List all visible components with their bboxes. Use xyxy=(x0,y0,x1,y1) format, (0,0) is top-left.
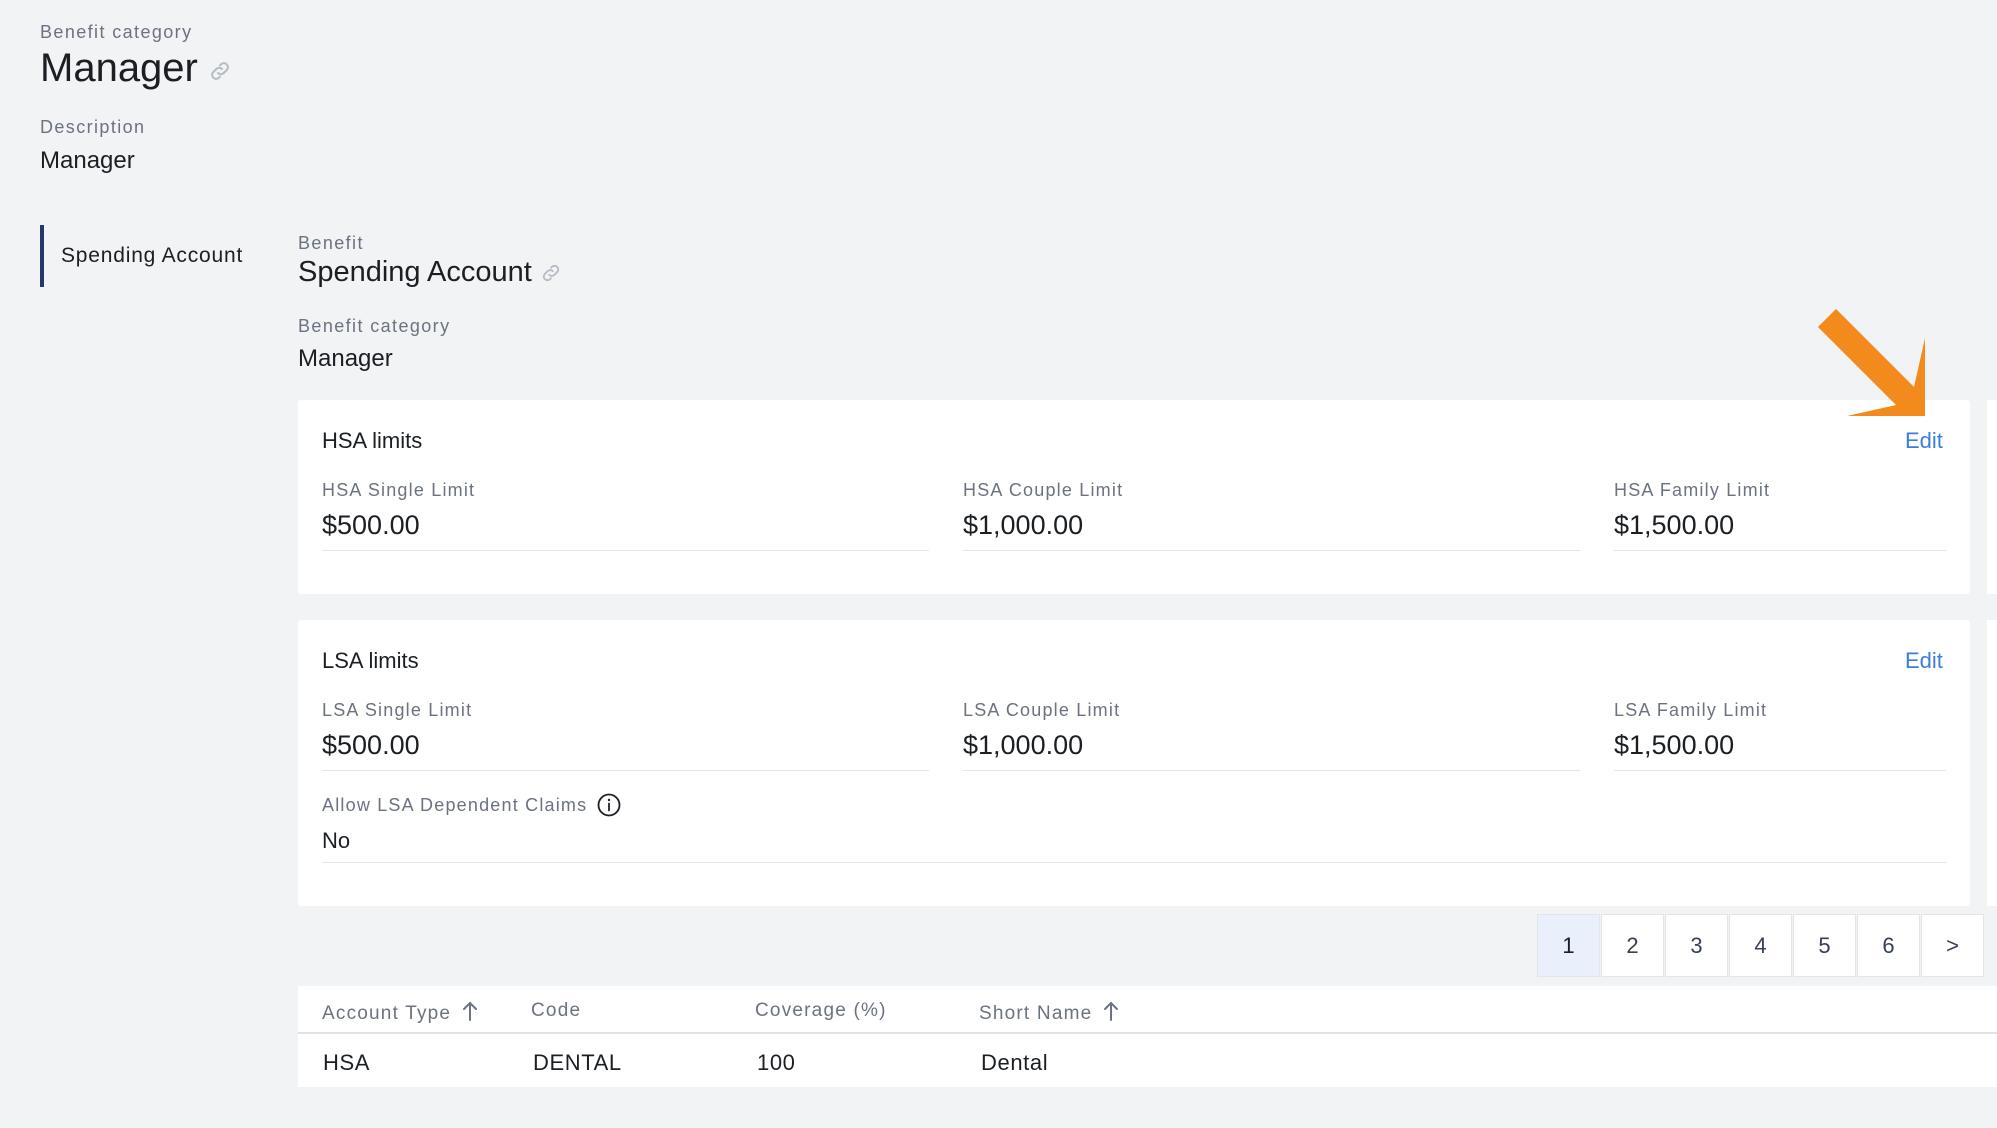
divider xyxy=(322,770,929,771)
page-button-1[interactable]: 1 xyxy=(1537,914,1600,977)
column-header-account-type[interactable]: Account Type xyxy=(322,1000,479,1028)
divider xyxy=(322,862,1946,863)
divider xyxy=(963,770,1580,771)
page-button-3[interactable]: 3 xyxy=(1665,914,1728,977)
lsa-couple-limit-label: LSA Couple Limit xyxy=(963,700,1121,720)
adjacent-card-edge xyxy=(1987,400,1997,594)
column-header-label: Short Name xyxy=(979,1003,1093,1024)
lsa-single-limit-value: $500.00 xyxy=(322,730,420,760)
info-icon[interactable] xyxy=(597,793,621,817)
divider xyxy=(1614,770,1946,771)
column-header-code[interactable]: Code xyxy=(531,1000,581,1022)
page-button-6[interactable]: 6 xyxy=(1857,914,1920,977)
lsa-dependent-claims-value: No xyxy=(322,828,351,853)
hsa-edit-link[interactable]: Edit xyxy=(1905,428,1943,454)
hsa-family-limit-label: HSA Family Limit xyxy=(1614,480,1771,500)
page-button-5[interactable]: 5 xyxy=(1793,914,1856,977)
arrow-up-icon xyxy=(461,1000,479,1028)
arrow-up-icon xyxy=(1102,1000,1120,1028)
lsa-single-limit-label: LSA Single Limit xyxy=(322,700,473,720)
lsa-edit-link[interactable]: Edit xyxy=(1905,648,1943,674)
table-cell-coverage: 100 xyxy=(757,1050,796,1075)
benefit-title: Spending Account xyxy=(298,256,532,288)
benefit-category-sub-value: Manager xyxy=(298,345,393,372)
description-label: Description xyxy=(40,117,146,137)
table-cell-account-type: HSA xyxy=(323,1050,371,1075)
sidebar-item-spending-account[interactable]: Spending Account xyxy=(61,244,243,268)
page-title: Manager xyxy=(40,46,198,90)
lsa-family-limit-value: $1,500.00 xyxy=(1614,730,1735,760)
lsa-dependent-claims-label-row: Allow LSA Dependent Claims xyxy=(322,793,621,817)
benefit-title-row: Spending Account xyxy=(298,256,562,289)
divider xyxy=(963,550,1580,551)
annotation-arrow xyxy=(1800,300,1940,430)
lsa-limits-card: LSA limits Edit LSA Single Limit $500.00… xyxy=(298,620,1970,906)
column-header-label: Code xyxy=(531,1000,582,1021)
hsa-couple-limit-value: $1,000.00 xyxy=(963,510,1084,540)
link-icon[interactable] xyxy=(208,59,232,88)
benefit-category-label: Benefit category xyxy=(40,22,193,42)
hsa-single-limit-label: HSA Single Limit xyxy=(322,480,476,500)
description-value: Manager xyxy=(40,147,135,174)
pagination: 1 2 3 4 5 6 > xyxy=(1537,914,1985,977)
table-header-divider xyxy=(298,1032,1997,1034)
page-button-4[interactable]: 4 xyxy=(1729,914,1792,977)
benefit-category-sub-label: Benefit category xyxy=(298,316,451,336)
hsa-family-limit-value: $1,500.00 xyxy=(1614,510,1735,540)
adjacent-card-edge xyxy=(1987,620,1997,906)
divider xyxy=(1614,550,1946,551)
hsa-card-title: HSA limits xyxy=(322,428,423,453)
divider xyxy=(322,550,929,551)
hsa-couple-limit-label: HSA Couple Limit xyxy=(963,480,1124,500)
lsa-card-title: LSA limits xyxy=(322,648,419,673)
column-header-label: Account Type xyxy=(322,1003,452,1024)
accounts-table: Account Type Code Coverage (%) Short Nam… xyxy=(298,986,1997,1087)
page-button-2[interactable]: 2 xyxy=(1601,914,1664,977)
lsa-dependent-claims-label: Allow LSA Dependent Claims xyxy=(322,794,588,815)
sidebar-active-indicator xyxy=(40,225,44,287)
table-cell-code: DENTAL xyxy=(533,1050,622,1075)
hsa-limits-card: HSA limits Edit HSA Single Limit $500.00… xyxy=(298,400,1970,594)
column-header-label: Coverage (%) xyxy=(755,1000,887,1021)
next-page-button[interactable]: > xyxy=(1921,914,1984,977)
column-header-short-name[interactable]: Short Name xyxy=(979,1000,1120,1028)
page-title-row: Manager xyxy=(40,46,232,91)
benefit-label: Benefit xyxy=(298,233,364,253)
hsa-single-limit-value: $500.00 xyxy=(322,510,420,540)
lsa-family-limit-label: LSA Family Limit xyxy=(1614,700,1768,720)
link-icon[interactable] xyxy=(540,262,562,289)
column-header-coverage[interactable]: Coverage (%) xyxy=(755,1000,887,1022)
lsa-couple-limit-value: $1,000.00 xyxy=(963,730,1084,760)
table-cell-short-name: Dental xyxy=(981,1050,1049,1075)
